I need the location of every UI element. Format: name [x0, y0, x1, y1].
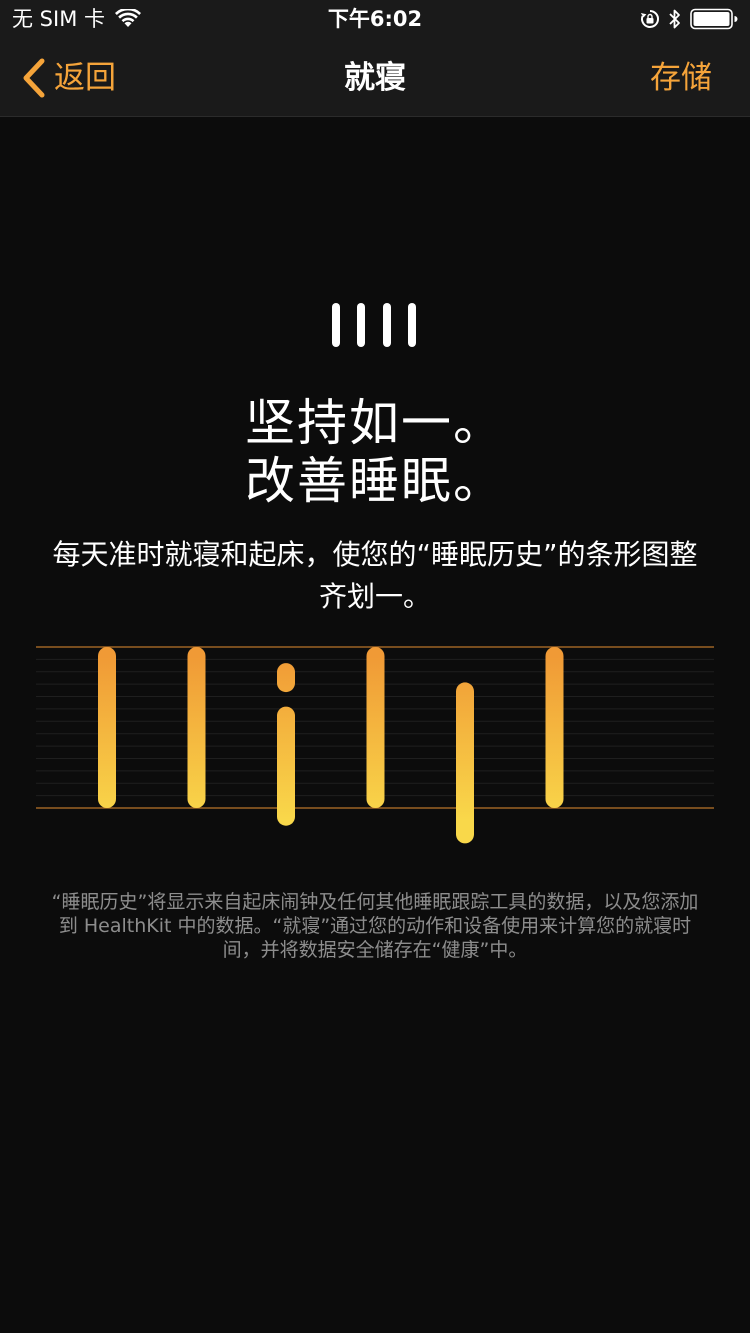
sleep-bar	[366, 647, 385, 808]
sleep-bar	[187, 647, 206, 808]
status-bar: 无 SIM 卡 下午6:02	[0, 0, 750, 40]
headline: 坚持如一。 改善睡眠。	[0, 394, 750, 510]
back-button-label: 返回	[54, 60, 116, 96]
subtitle: 每天准时就寝和起床，使您的“睡眠历史”的条形图整齐划一。	[52, 538, 698, 613]
bluetooth-icon	[669, 8, 681, 30]
battery-icon	[690, 8, 738, 30]
sleep-bar	[277, 663, 295, 693]
sleep-bar	[277, 706, 295, 826]
navigation-bar: 返回 就寝 存储	[0, 40, 750, 117]
back-button[interactable]: 返回	[22, 56, 116, 100]
sleep-bar	[98, 647, 116, 808]
save-button[interactable]: 存储	[650, 58, 712, 98]
headline-line-2: 改善睡眠。	[245, 452, 505, 510]
chart-bars	[98, 647, 564, 844]
sleep-bar	[456, 682, 474, 844]
lock-rotation-icon	[640, 9, 660, 29]
status-time: 下午6:02	[327, 7, 423, 31]
sleep-bar	[545, 647, 564, 808]
status-indicators	[640, 7, 738, 31]
bedtime-bars-icon	[330, 302, 420, 348]
sleep-history-illustration	[36, 646, 714, 844]
footnote: “睡眠历史”将显示来自起床闹钟及任何其他睡眠跟踪工具的数据，以及您添加到 Hea…	[51, 891, 699, 961]
headline-line-1: 坚持如一。	[245, 394, 505, 452]
chevron-left-icon	[22, 58, 46, 98]
